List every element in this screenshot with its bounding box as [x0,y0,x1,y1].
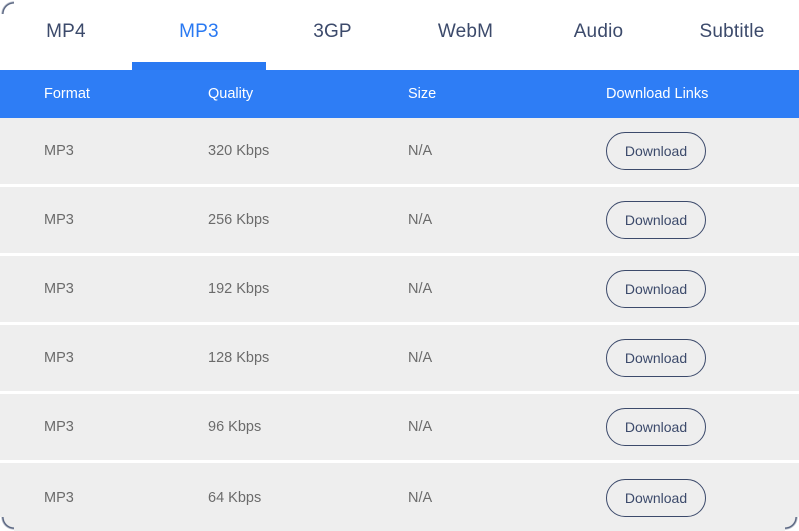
download-button[interactable]: Download [606,132,706,170]
cell-download-links: Download [601,270,799,308]
download-button[interactable]: Download [606,408,706,446]
cell-download-links: Download [601,478,799,517]
cell-format: MP3 [44,489,74,506]
tab-mp3[interactable]: MP3 [132,0,266,70]
download-button[interactable]: Download [606,270,706,308]
tab-active-indicator [132,62,266,70]
column-header-size: Size [408,86,437,102]
cell-quality: 128 Kbps [208,350,270,366]
cell-format: MP3 [44,350,74,366]
table-header-row: Format Quality Size Download Links [0,70,799,118]
column-header-download-links: Download Links [606,86,709,102]
tab-label: Audio [573,21,624,42]
table-row: MP3 96 Kbps N/A Download [0,394,799,463]
cell-download-links: Download [601,339,799,377]
cell-size: N/A [408,350,433,366]
tab-label: 3GP [313,21,352,42]
tab-webm[interactable]: WebM [399,0,532,70]
format-download-panel: MP4 MP3 3GP WebM Audio Subtitle Format Q… [0,0,799,531]
tab-subtitle[interactable]: Subtitle [665,0,799,70]
tab-label: WebM [437,21,494,42]
tab-audio[interactable]: Audio [532,0,665,70]
cell-format: MP3 [44,212,74,228]
cell-quality: 96 Kbps [208,419,262,435]
download-button[interactable]: Download [606,478,706,517]
column-header-quality: Quality [208,86,254,102]
tab-3gp[interactable]: 3GP [266,0,399,70]
table-row: MP3 128 Kbps N/A Download [0,325,799,394]
cell-quality: 320 Kbps [208,143,270,159]
cell-quality: 64 Kbps [208,489,262,506]
cell-format: MP3 [44,143,74,159]
tab-label: MP3 [179,21,219,42]
cell-download-links: Download [601,408,799,446]
table-row: MP3 256 Kbps N/A Download [0,187,799,256]
cell-format: MP3 [44,281,74,297]
cell-quality: 256 Kbps [208,212,270,228]
download-button[interactable]: Download [606,339,706,377]
downloads-table: Format Quality Size Download Links MP3 3… [0,70,799,531]
tab-label: MP4 [46,21,86,42]
table-row: MP3 192 Kbps N/A Download [0,256,799,325]
format-tabs: MP4 MP3 3GP WebM Audio Subtitle [0,0,799,70]
cell-size: N/A [408,281,433,297]
table-row: MP3 320 Kbps N/A Download [0,118,799,187]
cell-download-links: Download [601,201,799,239]
table-row: MP3 64 Kbps N/A Download [0,463,799,531]
column-header-format: Format [44,86,90,102]
cell-size: N/A [408,489,433,506]
cell-download-links: Download [601,132,799,170]
cell-size: N/A [408,419,433,435]
tab-label: Subtitle [699,21,765,42]
tab-mp4[interactable]: MP4 [0,0,132,70]
cell-quality: 192 Kbps [208,281,270,297]
cell-size: N/A [408,212,433,228]
table-body: MP3 320 Kbps N/A Download MP3 256 Kbps N… [0,118,799,531]
download-button[interactable]: Download [606,201,706,239]
cell-format: MP3 [44,419,74,435]
cell-size: N/A [408,143,433,159]
